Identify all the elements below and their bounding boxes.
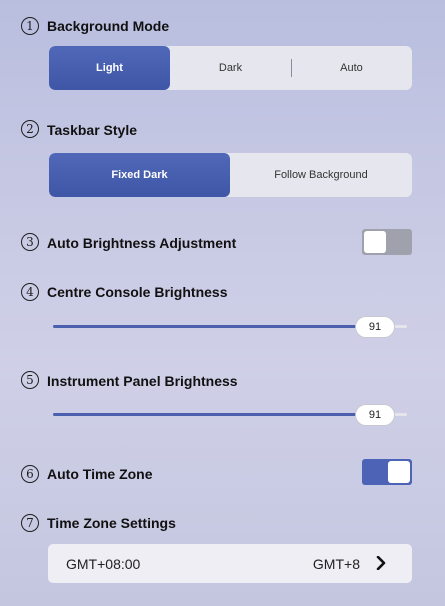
background-mode-segmented-control: Light Dark Auto [49, 46, 412, 90]
time-zone-value: GMT+08:00 [66, 556, 141, 572]
background-mode-option-light[interactable]: Light [49, 46, 170, 90]
chevron-right-icon [376, 556, 386, 570]
time-zone-short-value: GMT+8 [312, 556, 360, 572]
background-mode-option-auto-label: Auto [340, 62, 363, 74]
taskbar-style-option-fixed-dark[interactable]: Fixed Dark [49, 153, 230, 197]
step-number-7: 7 [21, 514, 39, 532]
centre-console-brightness-slider[interactable]: 91 [53, 315, 407, 339]
centre-console-brightness-title: Centre Console Brightness [47, 284, 228, 300]
segment-divider [291, 59, 292, 77]
taskbar-style-title: Taskbar Style [47, 122, 138, 138]
time-zone-settings-row[interactable]: GMT+08:00 GMT+8 [48, 544, 412, 583]
instrument-panel-brightness-title: Instrument Panel Brightness [47, 373, 238, 389]
auto-time-zone-toggle[interactable] [362, 459, 412, 485]
step-number-2: 2 [21, 120, 39, 138]
step-number-5: 5 [21, 371, 39, 389]
background-mode-option-dark[interactable]: Dark [170, 46, 291, 90]
slider-fill [53, 325, 375, 328]
taskbar-style-option-follow-background[interactable]: Follow Background [230, 153, 412, 197]
step-number-3: 3 [21, 233, 39, 251]
auto-brightness-title: Auto Brightness Adjustment [47, 235, 237, 251]
step-number-6: 6 [21, 465, 39, 483]
step-number-1: 1 [21, 17, 39, 35]
auto-brightness-toggle[interactable] [362, 229, 412, 255]
auto-time-zone-title: Auto Time Zone [47, 466, 153, 482]
toggle-knob [364, 231, 386, 253]
background-mode-option-auto[interactable]: Auto [291, 46, 412, 90]
toggle-knob [388, 461, 410, 483]
slider-thumb[interactable]: 91 [355, 316, 395, 338]
time-zone-settings-title: Time Zone Settings [47, 515, 176, 531]
slider-fill [53, 413, 375, 416]
slider-thumb[interactable]: 91 [355, 404, 395, 426]
instrument-panel-brightness-slider[interactable]: 91 [53, 403, 407, 427]
step-number-4: 4 [21, 283, 39, 301]
background-mode-title: Background Mode [47, 18, 170, 34]
taskbar-style-segmented-control: Fixed Dark Follow Background [49, 153, 412, 197]
